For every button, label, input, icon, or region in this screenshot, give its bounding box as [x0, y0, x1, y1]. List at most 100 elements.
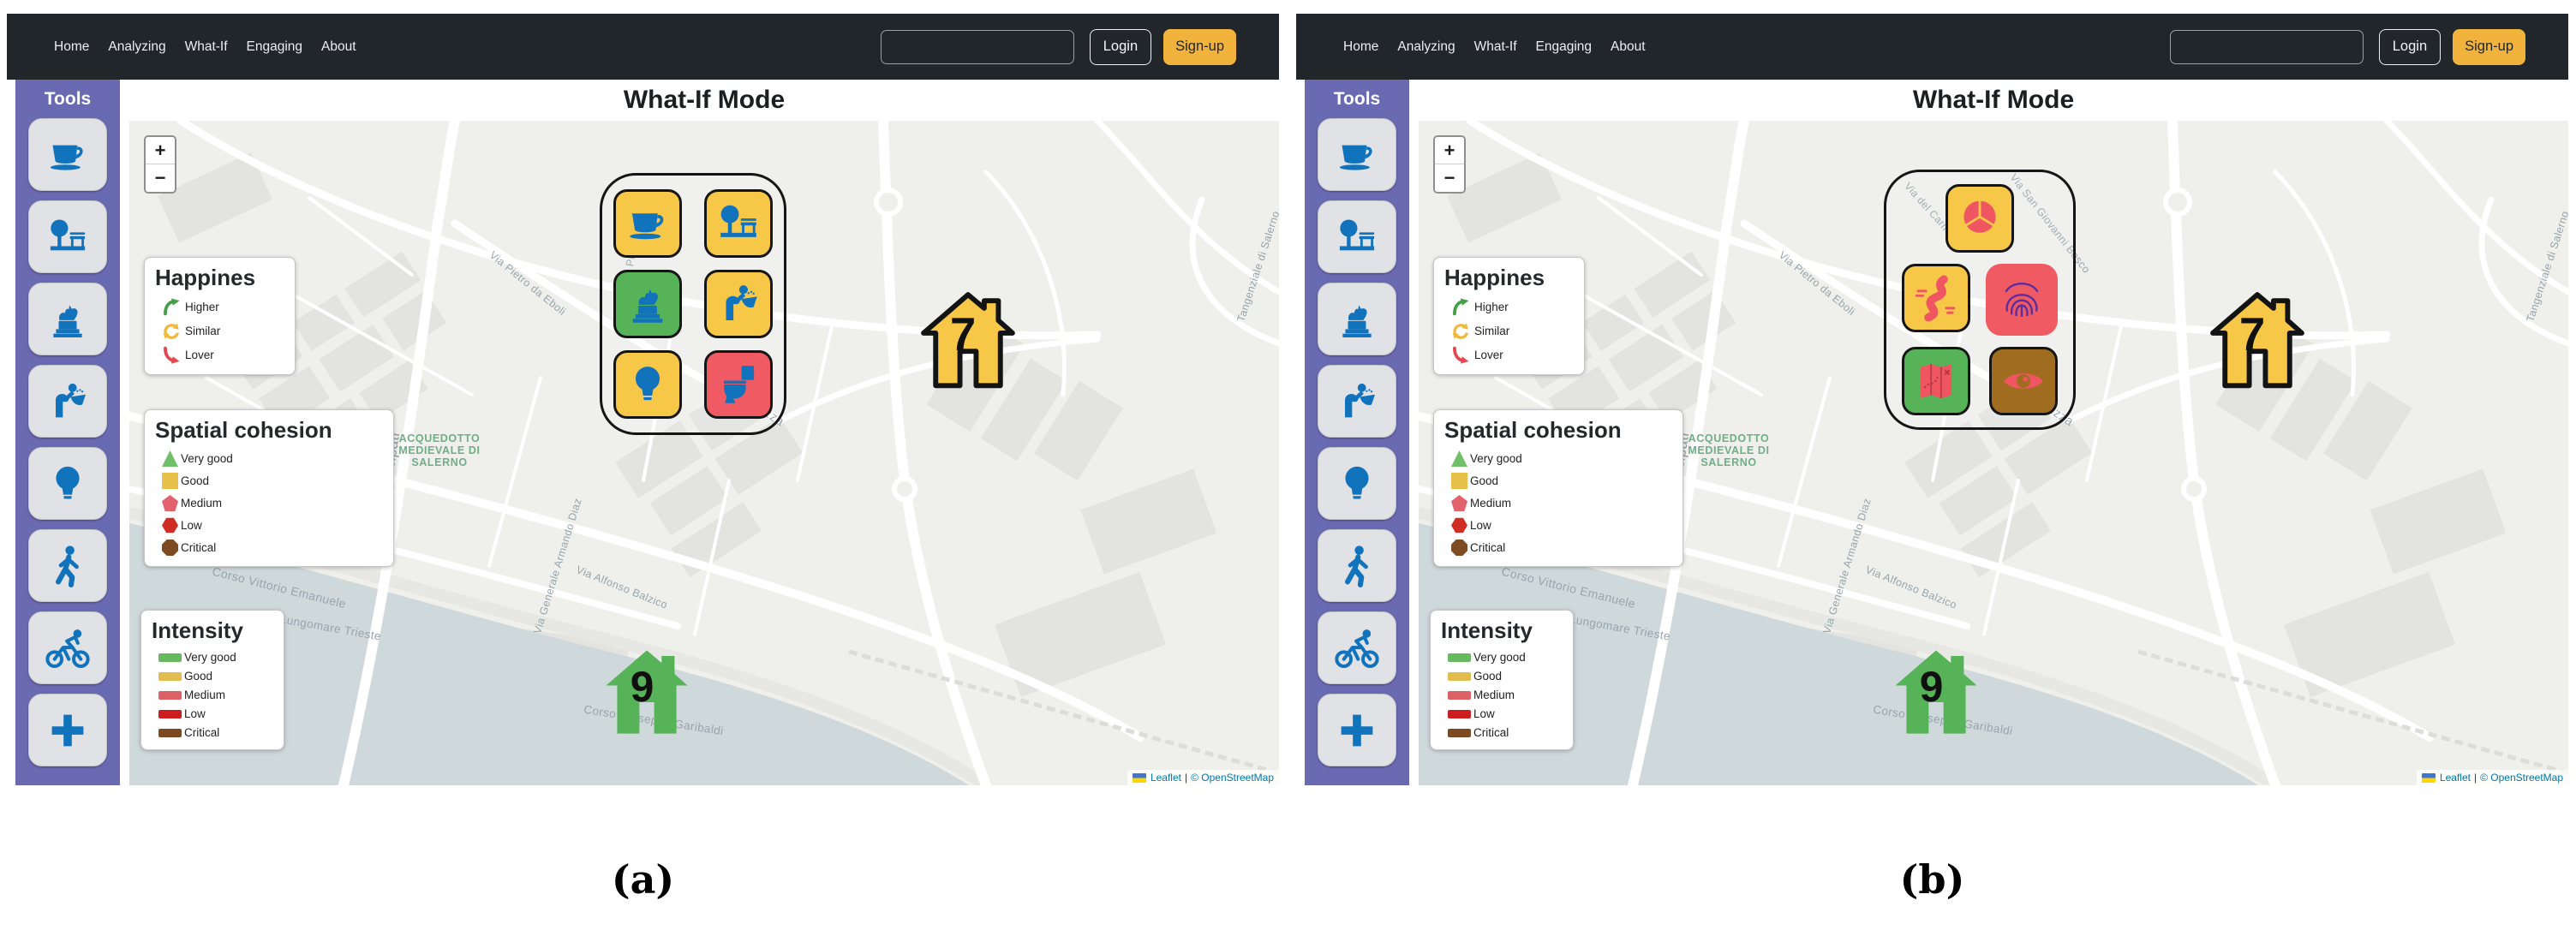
kpi-cluster [1884, 170, 2076, 430]
bar-icon [1448, 672, 1471, 681]
tool-statue-button[interactable] [1318, 283, 1396, 355]
search-input[interactable] [2170, 30, 2364, 64]
tool-statue-button[interactable] [28, 283, 107, 355]
figure-label-b: (b) [1296, 856, 2568, 903]
figure-label-a: (a) [7, 856, 1279, 903]
bar-icon [1448, 729, 1471, 737]
house-marker-7[interactable]: 7 [2207, 289, 2308, 390]
pedestrian-icon [1333, 542, 1381, 590]
openstreetmap-link[interactable]: © OpenStreetMap [1191, 772, 1274, 784]
signup-button[interactable]: Sign-up [1163, 29, 1236, 65]
legend-label: Medium [181, 497, 222, 510]
attribution-separator: | [1185, 772, 1187, 784]
coffee-cup-icon [623, 199, 672, 248]
nav-analyzing[interactable]: Analyzing [99, 39, 175, 55]
nav-engaging[interactable]: Engaging [1527, 39, 1602, 55]
login-button[interactable]: Login [2379, 29, 2441, 65]
poi-coffee-cup[interactable] [613, 189, 682, 258]
legend-label: Very good [1473, 651, 1526, 664]
tool-light-bulb-button[interactable] [28, 447, 107, 520]
tool-coffee-cup-button[interactable] [1318, 118, 1396, 191]
bar-icon [158, 672, 182, 681]
legend-label: Very good [1470, 452, 1522, 465]
nav-engaging[interactable]: Engaging [237, 39, 313, 55]
tool-drinking-fountain-button[interactable] [1318, 365, 1396, 438]
tool-cyclist-button[interactable] [28, 611, 107, 684]
legend-label: Medium [1470, 497, 1511, 510]
tool-cyclist-button[interactable] [1318, 611, 1396, 684]
octagon-icon [162, 540, 178, 556]
search-input[interactable] [881, 30, 1074, 64]
openstreetmap-link[interactable]: © OpenStreetMap [2480, 772, 2563, 784]
tool-park-bench-button[interactable] [28, 200, 107, 273]
kpi-eye[interactable] [1989, 347, 2058, 415]
legend-label: Good [181, 474, 209, 487]
login-button[interactable]: Login [1090, 29, 1151, 65]
zoom-control: + − [1433, 135, 1466, 194]
navbar: Home Analyzing What-If Engaging About Lo… [7, 14, 1279, 80]
tool-add-button[interactable] [28, 694, 107, 766]
nav-what-if[interactable]: What-If [1465, 39, 1527, 55]
house-marker-9[interactable]: 9 [1890, 645, 1982, 737]
ukraine-flag-icon [2422, 773, 2436, 783]
leaflet-link[interactable]: Leaflet [2440, 772, 2471, 784]
square-icon [1451, 473, 1467, 489]
bar-icon [158, 653, 182, 662]
house-marker-7[interactable]: 7 [917, 289, 1019, 390]
legend-label: Medium [184, 689, 225, 701]
drinking-fountain-icon [1333, 378, 1381, 426]
zoom-out-button[interactable]: − [146, 164, 175, 192]
tool-coffee-cup-button[interactable] [28, 118, 107, 191]
legend-label: Low [181, 519, 202, 532]
poi-toilet[interactable] [704, 350, 773, 419]
signup-button[interactable]: Sign-up [2453, 29, 2525, 65]
toilet-icon [714, 360, 763, 409]
pentagon-icon [162, 495, 178, 511]
park-bench-icon [44, 213, 92, 261]
house-marker-9[interactable]: 9 [601, 645, 693, 737]
kpi-fingerprint[interactable] [1986, 264, 2058, 336]
map-attribution: Leaflet | © OpenStreetMap [2417, 770, 2568, 785]
tool-light-bulb-button[interactable] [1318, 447, 1396, 520]
leaflet-link[interactable]: Leaflet [1151, 772, 1181, 784]
titlebar: What-If Mode [1419, 80, 2568, 121]
tool-pedestrian-button[interactable] [28, 529, 107, 602]
map[interactable]: Via dei Principati Corso Vittorio Emanue… [1419, 121, 2568, 785]
folded-map-icon [1911, 356, 1961, 406]
drinking-fountain-icon [714, 279, 763, 329]
zoom-in-button[interactable]: + [146, 137, 175, 164]
nav-about[interactable]: About [312, 39, 366, 55]
kpi-pie-chart[interactable] [1945, 184, 2014, 253]
tools-heading: Tools [15, 89, 120, 110]
tool-pedestrian-button[interactable] [1318, 529, 1396, 602]
triangle-icon [162, 450, 178, 467]
legend-label: Very good [181, 452, 233, 465]
legend-label: Low [1470, 519, 1491, 532]
tool-park-bench-button[interactable] [1318, 200, 1396, 273]
tool-add-button[interactable] [1318, 694, 1396, 766]
poi-statue[interactable] [613, 270, 682, 338]
map[interactable]: Via dei Principati Corso Vittorio Emanue… [129, 121, 1279, 785]
kpi-folded-map[interactable] [1902, 347, 1970, 415]
tool-drinking-fountain-button[interactable] [28, 365, 107, 438]
poi-light-bulb[interactable] [613, 350, 682, 419]
zoom-in-button[interactable]: + [1435, 137, 1464, 164]
nav-home[interactable]: Home [54, 39, 99, 55]
nav-home[interactable]: Home [1343, 39, 1388, 55]
nav-about[interactable]: About [1601, 39, 1655, 55]
map-attribution: Leaflet | © OpenStreetMap [1127, 770, 1279, 785]
legend-label: Good [1470, 474, 1498, 487]
park-bench-icon [714, 199, 763, 248]
cyclist-icon [1333, 624, 1381, 672]
navbar: Home Analyzing What-If Engaging About Lo… [1296, 14, 2568, 80]
legend-label: Critical [1473, 726, 1509, 739]
kpi-winding-road[interactable] [1902, 264, 1970, 332]
spatial-cohesion-legend-title: Spatial cohesion [155, 417, 383, 444]
nav-analyzing[interactable]: Analyzing [1388, 39, 1464, 55]
poi-drinking-fountain[interactable] [704, 270, 773, 338]
curved-arrow-up-icon [1451, 298, 1469, 316]
nav-what-if[interactable]: What-If [176, 39, 237, 55]
zoom-out-button[interactable]: − [1435, 164, 1464, 192]
hexagon-icon [162, 517, 178, 534]
poi-park-bench[interactable] [704, 189, 773, 258]
